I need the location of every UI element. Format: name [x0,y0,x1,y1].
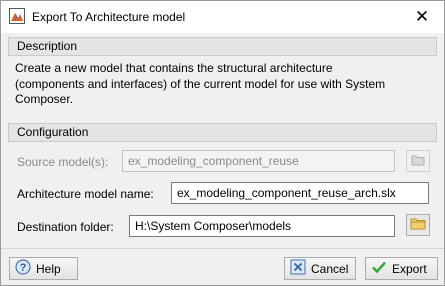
checkmark-icon [371,259,387,278]
source-model-browse-button [406,150,430,172]
configuration-header: Configuration [8,123,437,142]
matlab-icon [9,8,25,24]
folder-icon [410,217,426,233]
destination-folder-browse-button[interactable] [406,214,430,236]
close-icon: ✕ [414,6,430,26]
svg-text:?: ? [20,262,27,274]
help-button-label: Help [36,261,61,276]
help-button[interactable]: ? Help [9,257,78,280]
export-button[interactable]: Export [365,257,438,280]
cancel-button[interactable]: Cancel [284,257,356,280]
export-button-label: Export [392,261,427,276]
description-text: Create a new model that contains the str… [15,61,435,108]
source-model-field: ex_modeling_component_reuse [122,150,395,172]
folder-icon [411,154,425,169]
window-title: Export To Architecture model [32,10,186,24]
cancel-x-icon [290,259,306,278]
export-dialog: Export To Architecture model ✕ Descripti… [0,0,445,286]
help-icon: ? [15,259,31,278]
title-bar: Export To Architecture model ✕ [1,1,444,33]
description-line: Composer. [15,92,74,106]
cancel-button-label: Cancel [311,261,349,276]
destination-folder-input[interactable]: H:\System Composer\models [129,215,395,237]
architecture-model-name-label: Architecture model name: [17,187,154,201]
close-button[interactable]: ✕ [400,1,444,32]
destination-folder-label: Destination folder: [17,220,114,234]
description-line: Create a new model that contains the str… [15,61,333,75]
description-header: Description [8,37,437,56]
architecture-model-name-input[interactable]: ex_modeling_component_reuse_arch.slx [171,182,429,204]
button-bar-divider [1,248,444,249]
description-line: (components and interfaces) of the curre… [15,76,386,91]
source-model-label: Source model(s): [17,155,109,169]
